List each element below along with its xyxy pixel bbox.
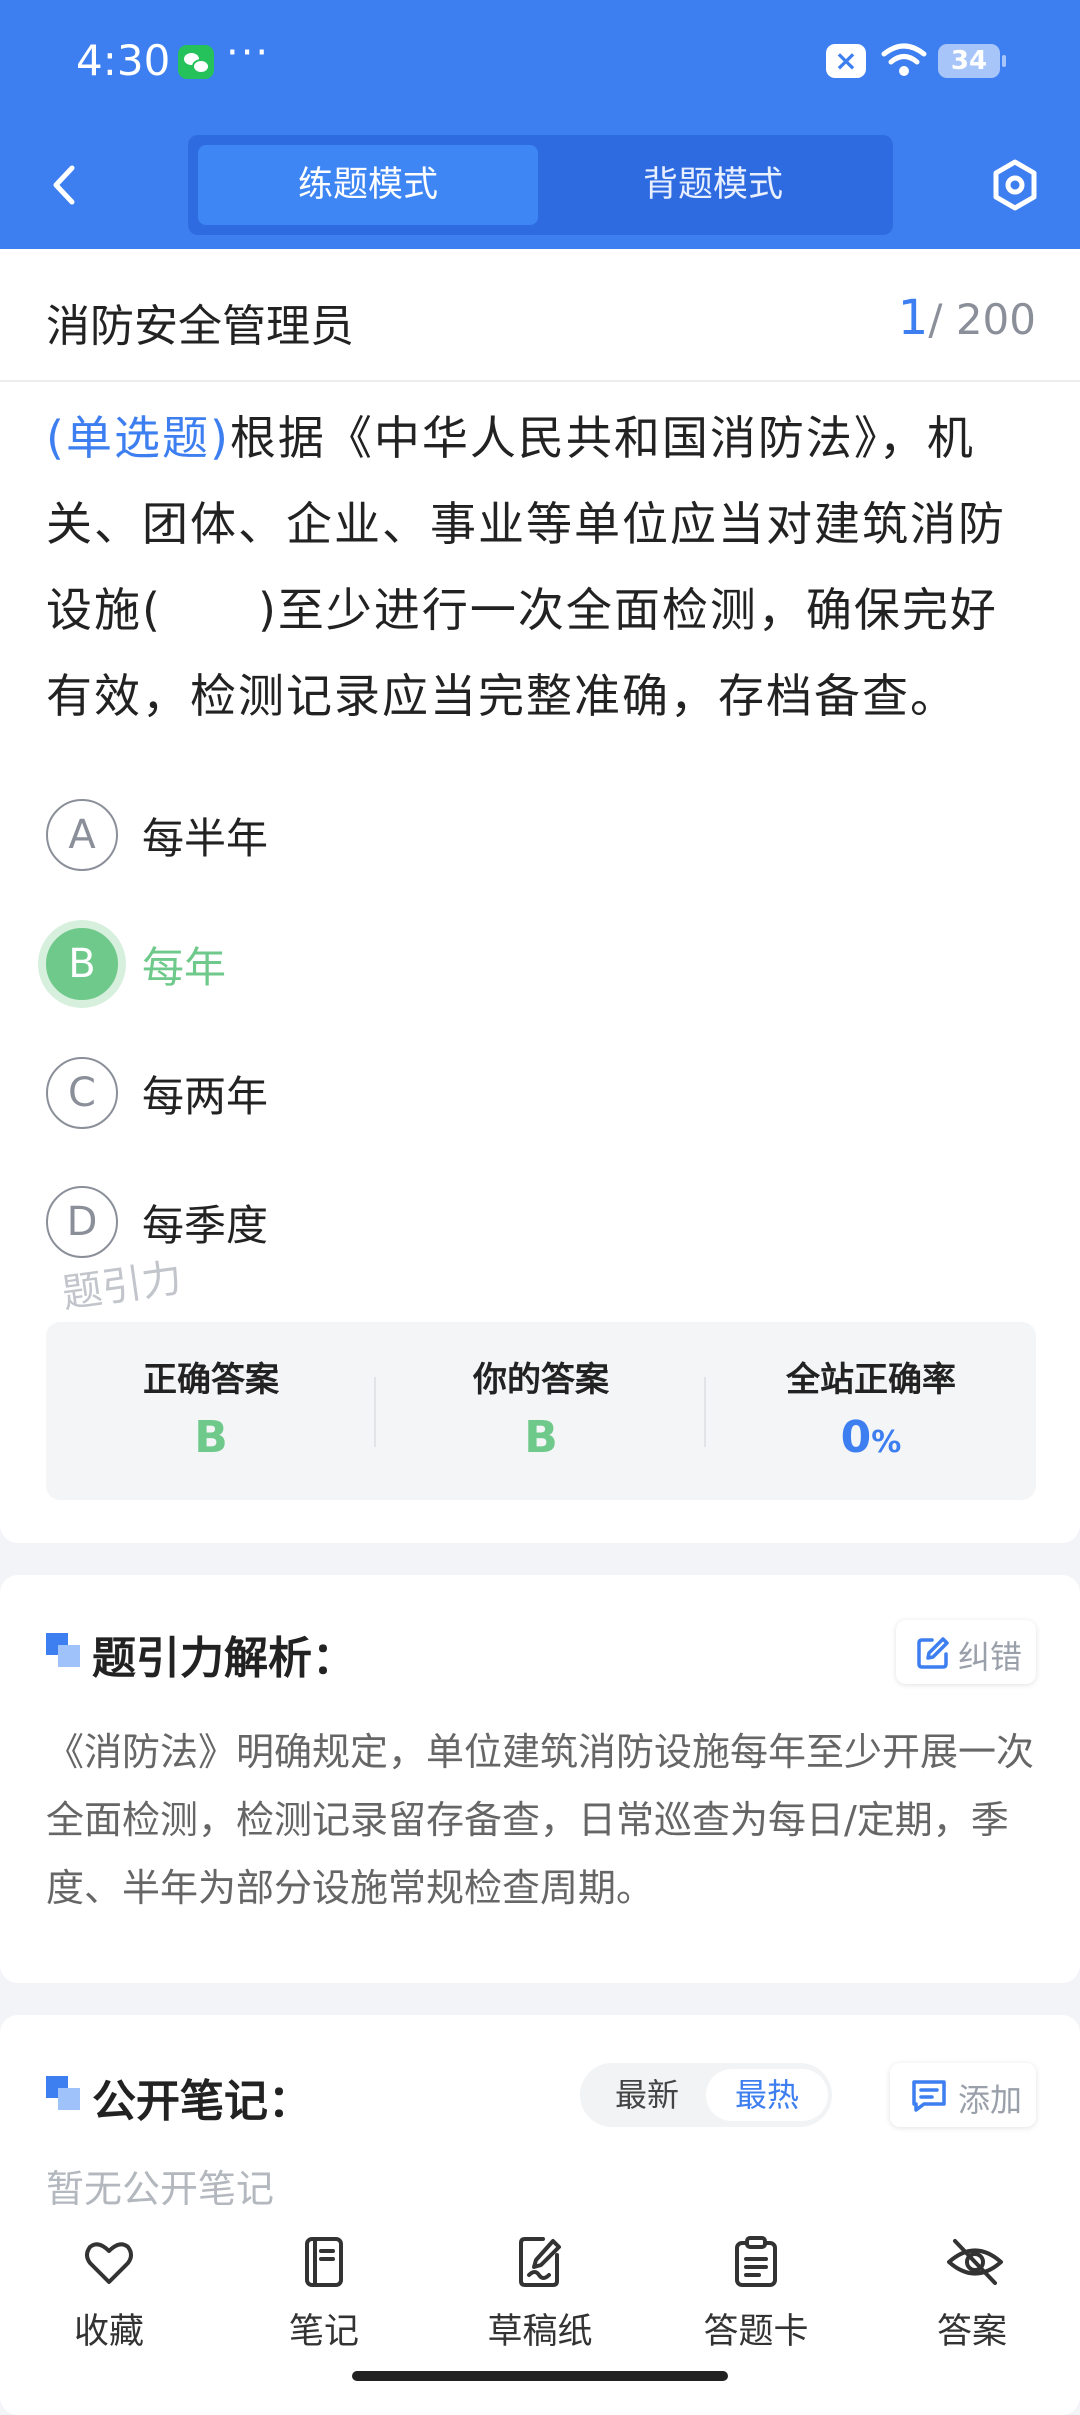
sort-hot[interactable]: 最热 bbox=[706, 2069, 828, 2121]
heart-icon bbox=[85, 2242, 133, 2284]
add-note-button[interactable]: 添加 bbox=[890, 2063, 1036, 2127]
correct-answer-block: 正确答案 B bbox=[46, 1322, 376, 1500]
option-letter: A bbox=[46, 799, 118, 871]
more-notifications-icon: ··· bbox=[226, 30, 271, 76]
mode-switch: 练题模式 背题模式 bbox=[188, 135, 893, 235]
notes-sort-switch: 最新 最热 bbox=[580, 2063, 832, 2127]
option-text: 每年 bbox=[142, 943, 227, 992]
tab-practice-mode[interactable]: 练题模式 bbox=[198, 145, 538, 225]
tab-memorize-mode[interactable]: 背题模式 bbox=[543, 145, 883, 225]
answer-summary: 正确答案 B 你的答案 B 全站正确率 0% bbox=[46, 1322, 1036, 1500]
explanation-text: 《消防法》明确规定，单位建筑消防设施每年至少开展一次全面检测，检测记录留存备查，… bbox=[46, 1730, 1035, 1910]
question-counter: 1/ 200 bbox=[898, 290, 1036, 346]
add-note-label: 添加 bbox=[958, 2081, 1023, 2119]
accuracy-block: 全站正确率 0% bbox=[706, 1322, 1036, 1500]
settings-icon[interactable] bbox=[990, 158, 1040, 212]
section-icon bbox=[46, 2076, 80, 2110]
option-text: 每半年 bbox=[142, 814, 269, 863]
wechat-icon bbox=[178, 45, 214, 79]
section-icon bbox=[46, 1633, 80, 1667]
battery-icon: 34 bbox=[938, 44, 1006, 78]
eye-off-icon bbox=[947, 2239, 1003, 2285]
report-error-label: 纠错 bbox=[958, 1638, 1023, 1676]
option-letter: C bbox=[46, 1057, 118, 1129]
back-arrow-icon[interactable] bbox=[44, 160, 84, 210]
accuracy-number: 0 bbox=[840, 1412, 872, 1463]
no-sim-icon: × bbox=[826, 44, 866, 78]
your-answer-value: B bbox=[524, 1412, 558, 1463]
favorite-label: 收藏 bbox=[73, 2312, 144, 2352]
your-answer-block: 你的答案 B bbox=[376, 1322, 706, 1500]
question-stem: (单选题)根据《中华人民共和国消防法》，机关、团体、企业、事业等单位应当对建筑消… bbox=[46, 395, 1042, 739]
draft-paper-label: 草稿纸 bbox=[487, 2312, 593, 2352]
accuracy-unit: % bbox=[871, 1425, 902, 1460]
header-bar: 4:30 ··· × 34 练题模式 背题模式 bbox=[0, 0, 1080, 249]
report-error-button[interactable]: 纠错 bbox=[896, 1620, 1036, 1684]
option-letter: D bbox=[46, 1186, 118, 1258]
option-letter: B bbox=[46, 928, 118, 1000]
wifi-icon bbox=[881, 43, 927, 76]
option-text: 每两年 bbox=[142, 1072, 269, 1121]
your-answer-label: 你的答案 bbox=[473, 1360, 609, 1400]
show-answer-button[interactable]: 答案 bbox=[897, 2225, 1047, 2365]
notebook-icon bbox=[305, 2237, 343, 2287]
show-answer-label: 答案 bbox=[936, 2312, 1007, 2352]
accuracy-value: 0% bbox=[706, 1412, 1036, 1463]
favorite-button[interactable]: 收藏 bbox=[34, 2225, 184, 2365]
comment-icon bbox=[912, 2080, 946, 2112]
status-time: 4:30 bbox=[76, 36, 171, 85]
notes-label: 笔记 bbox=[288, 2312, 359, 2352]
status-bar: 4:30 ··· × 34 bbox=[0, 0, 1080, 125]
answer-sheet-label: 答题卡 bbox=[703, 2312, 809, 2352]
correct-answer-value: B bbox=[194, 1412, 228, 1463]
total-questions: / 200 bbox=[928, 295, 1036, 344]
home-indicator bbox=[352, 2371, 728, 2381]
question-type: (单选题) bbox=[46, 411, 230, 465]
explanation-title: 题引力解析： bbox=[92, 1633, 356, 1684]
answer-sheet-button[interactable]: 答题卡 bbox=[681, 2225, 831, 2365]
answer-sheet-icon bbox=[735, 2236, 777, 2287]
correct-answer-label: 正确答案 bbox=[143, 1360, 279, 1400]
sort-latest[interactable]: 最新 bbox=[586, 2069, 708, 2121]
draft-paper-icon bbox=[519, 2237, 561, 2287]
divider bbox=[0, 380, 1080, 382]
accuracy-label: 全站正确率 bbox=[786, 1360, 956, 1400]
edit-icon bbox=[917, 1637, 949, 1669]
current-question-number: 1 bbox=[897, 290, 929, 346]
option-text: 每季度 bbox=[142, 1201, 269, 1250]
exam-title: 消防安全管理员 bbox=[46, 301, 354, 352]
notes-title: 公开笔记： bbox=[92, 2076, 312, 2127]
notes-button[interactable]: 笔记 bbox=[249, 2225, 399, 2365]
draft-paper-button[interactable]: 草稿纸 bbox=[465, 2225, 615, 2365]
